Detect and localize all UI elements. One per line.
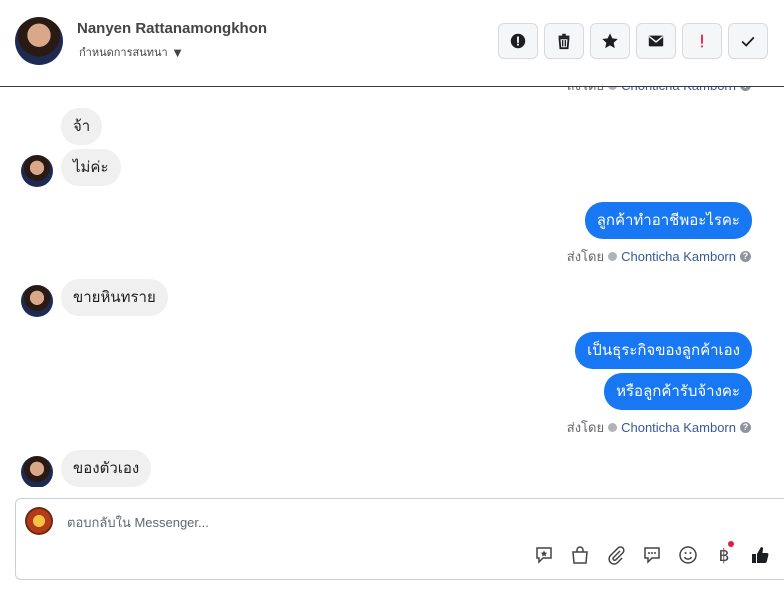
star-icon — [602, 33, 618, 49]
exclamation-icon — [701, 34, 703, 48]
contact-name[interactable]: Nanyen Rattanamongkhon — [77, 20, 267, 37]
saved-reply-button[interactable] — [532, 543, 556, 567]
emoji-button[interactable] — [676, 543, 700, 567]
check-circle-icon — [608, 87, 618, 90]
incoming-message[interactable]: ของตัวเอง — [61, 450, 152, 487]
like-button[interactable] — [748, 543, 772, 567]
shop-button[interactable] — [568, 543, 592, 567]
outgoing-message[interactable]: หรือลูกค้ารับจ้างคะ — [604, 373, 752, 410]
incoming-message[interactable]: จ้า — [61, 108, 103, 145]
payment-button[interactable]: ฿ — [712, 541, 736, 567]
svg-text:฿: ฿ — [719, 546, 730, 565]
header-actions — [498, 23, 768, 59]
schedule-conversation-dropdown[interactable]: กำหนดการสนทนา ▼ — [79, 43, 181, 61]
alert-circle-icon — [510, 33, 526, 49]
check-circle-icon — [608, 252, 618, 261]
check-circle-icon — [608, 423, 618, 432]
attach-button[interactable] — [604, 543, 628, 567]
delete-button[interactable] — [544, 23, 584, 59]
help-icon[interactable]: ? — [740, 251, 751, 262]
contact-avatar-small[interactable] — [21, 155, 53, 187]
message-thread[interactable]: ส่งโดย Chonticha Kamborn ? จ้า ไม่ค่ะ ลู… — [0, 87, 784, 487]
mark-spam-button[interactable] — [498, 23, 538, 59]
mark-unread-button[interactable] — [636, 23, 676, 59]
composer-toolbar: ฿ — [532, 541, 772, 567]
envelope-icon — [648, 35, 664, 47]
contact-avatar-small[interactable] — [21, 456, 53, 487]
page-avatar — [25, 507, 53, 535]
contact-avatar[interactable] — [15, 17, 63, 65]
attachment-icon — [608, 546, 625, 565]
chat-bubble-icon — [644, 547, 660, 564]
caret-down-icon: ▼ — [173, 48, 182, 59]
incoming-message[interactable]: ขายหินทราย — [61, 279, 168, 316]
trash-icon — [558, 33, 570, 50]
incoming-message[interactable]: ไม่ค่ะ — [61, 149, 121, 186]
check-icon — [741, 36, 755, 47]
schedule-label: กำหนดการสนทนา — [79, 46, 168, 59]
help-icon[interactable]: ? — [740, 422, 751, 433]
important-button[interactable] — [682, 23, 722, 59]
star-button[interactable] — [590, 23, 630, 59]
conversation-header: Nanyen Rattanamongkhon กำหนดการสนทนา ▼ — [0, 0, 784, 87]
quick-reply-button[interactable] — [640, 543, 664, 567]
like-icon — [752, 547, 769, 563]
reply-input[interactable] — [65, 509, 669, 535]
contact-avatar-small[interactable] — [21, 285, 53, 317]
sent-by-label: ส่งโดย Chonticha Kamborn ? — [567, 246, 751, 267]
help-icon[interactable]: ? — [740, 87, 751, 91]
mark-done-button[interactable] — [728, 23, 768, 59]
outgoing-message[interactable]: เป็นธุระกิจของลูกค้าเอง — [575, 332, 752, 369]
shop-bag-icon — [572, 546, 588, 564]
baht-payment-icon: ฿ — [719, 546, 730, 565]
sent-by-label: ส่งโดย Chonticha Kamborn ? — [567, 87, 751, 96]
outgoing-message[interactable]: ลูกค้าทำอาชีพอะไรคะ — [584, 202, 752, 239]
reply-composer: ฿ — [15, 498, 784, 580]
notification-dot — [728, 541, 734, 547]
sent-by-label: ส่งโดย Chonticha Kamborn ? — [567, 417, 751, 438]
saved-reply-icon — [536, 547, 552, 564]
emoji-icon — [679, 546, 697, 564]
